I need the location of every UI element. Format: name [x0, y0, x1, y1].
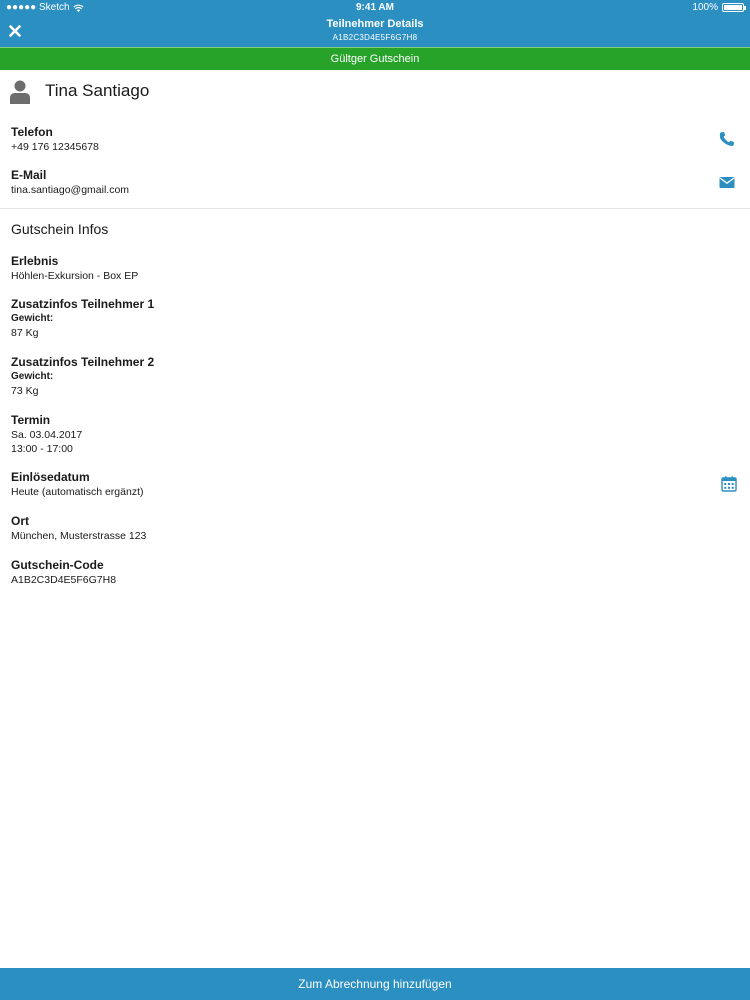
email-field: E-Mail tina.santiago@gmail.com [11, 168, 129, 197]
extra-info-1-sublabel: Gewicht: [11, 313, 54, 324]
experience-label: Erlebnis [11, 254, 59, 268]
phone-label: Telefon [11, 125, 53, 139]
voucher-code-label: Gutschein-Code [11, 558, 104, 572]
envelope-icon[interactable] [718, 173, 736, 191]
location-value: München, Musterstrasse 123 [11, 530, 147, 542]
appointment-time: 13:00 - 17:00 [11, 443, 73, 455]
participant-header: Tina Santiago [0, 70, 750, 114]
person-icon [10, 80, 30, 104]
page-subtitle: A1B2C3D4E5F6G7H8 [332, 33, 418, 42]
extra-info-2-value: 73 Kg [11, 385, 39, 397]
phone-icon[interactable] [718, 130, 736, 148]
calendar-icon[interactable] [720, 475, 738, 493]
section-divider [0, 208, 750, 209]
page-title: Teilnehmer Details [326, 18, 424, 30]
location-field: Ort München, Musterstrasse 123 [11, 514, 146, 543]
voucher-code-field: Gutschein-Code A1B2C3D4E5F6G7H8 [11, 558, 116, 587]
voucher-status-banner: Gültger Gutschein [0, 47, 750, 70]
experience-value: Höhlen-Exkursion - Box EP [11, 270, 139, 282]
email-value[interactable]: tina.santiago@gmail.com [11, 183, 129, 197]
navigation-bar: Teilnehmer Details A1B2C3D4E5F6G7H8 [0, 16, 750, 47]
experience-field: Erlebnis Höhlen-Exkursion - Box EP [11, 254, 138, 283]
redeem-date-value: Heute (automatisch ergänzt) [11, 486, 144, 498]
battery-percentage: 100% [692, 2, 718, 13]
appointment-date: Sa. 03.04.2017 [11, 429, 83, 441]
voucher-section-title: Gutschein Infos [11, 221, 109, 237]
extra-info-2-field: Zusatzinfos Teilnehmer 2 Gewicht: 73 Kg [11, 355, 154, 398]
redeem-date-field: Einlösedatum Heute (automatisch ergänzt) [11, 470, 143, 499]
status-bar: ●●●●● Sketch 9:41 AM 100% [0, 0, 750, 16]
appointment-field: Termin Sa. 03.04.2017 13:00 - 17:00 [11, 413, 82, 456]
phone-field: Telefon +49 176 12345678 [11, 125, 99, 154]
voucher-code-value: A1B2C3D4E5F6G7H8 [11, 574, 117, 586]
add-to-billing-button[interactable]: Zum Abrechnung hinzufügen [0, 968, 750, 1000]
location-label: Ort [11, 514, 29, 528]
status-bar-right: 100% [692, 2, 746, 13]
phone-value[interactable]: +49 176 12345678 [11, 140, 99, 154]
status-bar-time: 9:41 AM [356, 2, 394, 13]
extra-info-1-value: 87 Kg [11, 327, 39, 339]
extra-info-1-label: Zusatzinfos Teilnehmer 1 [11, 297, 155, 311]
participant-name: Tina Santiago [45, 81, 150, 100]
battery-icon [722, 3, 746, 12]
extra-info-2-label: Zusatzinfos Teilnehmer 2 [11, 355, 155, 369]
extra-info-2-sublabel: Gewicht: [11, 371, 54, 382]
email-label: E-Mail [11, 168, 47, 182]
appointment-label: Termin [11, 413, 51, 427]
redeem-date-label: Einlösedatum [11, 470, 90, 484]
extra-info-1-field: Zusatzinfos Teilnehmer 1 Gewicht: 87 Kg [11, 297, 154, 340]
